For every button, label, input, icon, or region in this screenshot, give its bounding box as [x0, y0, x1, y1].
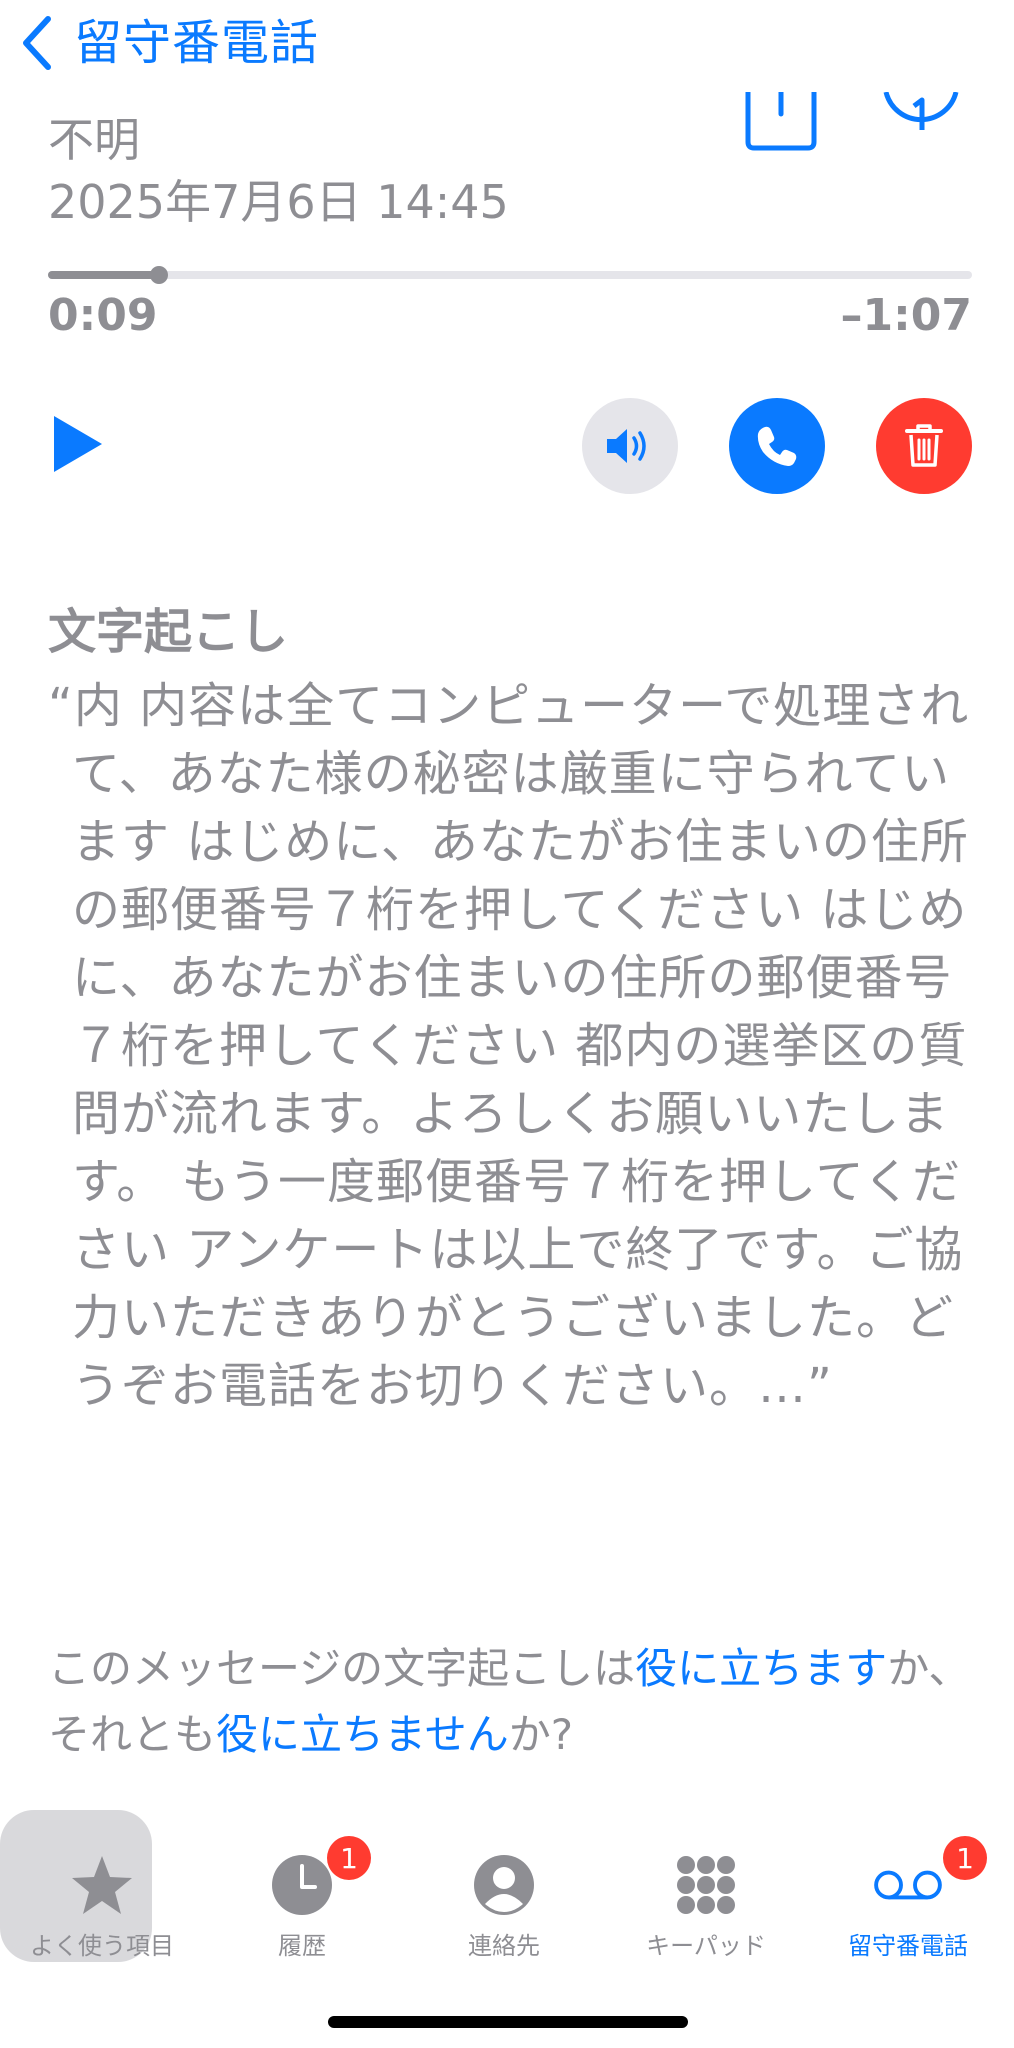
person-icon — [469, 1850, 539, 1920]
playback-knob[interactable] — [149, 266, 168, 284]
back-label: 留守番電話 — [74, 15, 320, 71]
tab-label: 留守番電話 — [848, 1932, 968, 1960]
play-icon[interactable] — [50, 412, 106, 476]
transcript-feedback: このメッセージの文字起こしは役に立ちますか、それとも役に立ちませんか? — [48, 1636, 978, 1768]
playback-progress-fill — [48, 271, 159, 279]
tab-label: 連絡先 — [468, 1932, 540, 1960]
recents-badge: 1 — [327, 1836, 371, 1880]
speaker-icon — [607, 429, 646, 463]
trash-icon — [905, 424, 943, 467]
useful-link[interactable]: 役に立ちます — [635, 1644, 887, 1693]
keypad-icon — [671, 1850, 741, 1920]
speaker-button[interactable] — [582, 398, 678, 494]
phone-icon — [757, 426, 797, 466]
tab-contacts[interactable]: 連絡先 — [404, 1810, 604, 1970]
not-useful-link[interactable]: 役に立ちません — [216, 1710, 509, 1759]
tab-label: キーパッド — [646, 1932, 766, 1960]
tab-keypad[interactable]: キーパッド — [606, 1810, 806, 1970]
tab-bar: よく使う項目 1 履歴 連絡先 キーパッド 1 留守番電話 — [0, 1810, 1014, 1970]
playback-scrubber[interactable] — [48, 266, 972, 284]
tab-recents[interactable]: 1 履歴 — [202, 1810, 402, 1970]
home-indicator[interactable] — [328, 2016, 688, 2028]
voicemail-icon: 1 — [873, 1836, 987, 1920]
voicemail-badge: 1 — [943, 1836, 987, 1880]
tab-favorites[interactable]: よく使う項目 — [2, 1810, 202, 1970]
chevron-left-icon — [23, 16, 51, 70]
clock-icon: 1 — [267, 1836, 371, 1920]
tab-voicemail[interactable]: 1 留守番電話 — [808, 1810, 1008, 1970]
delete-button[interactable] — [876, 398, 972, 494]
caller-name: 不明 — [48, 113, 140, 167]
star-icon — [67, 1850, 137, 1920]
tab-label: 履歴 — [278, 1932, 326, 1960]
feedback-prefix: このメッセージの文字起こしは — [48, 1644, 636, 1693]
back-button[interactable]: 留守番電話 — [18, 8, 319, 78]
info-icon[interactable] — [882, 92, 960, 152]
message-datetime: 2025年7月6日 14:45 — [48, 175, 509, 229]
call-back-button[interactable] — [729, 398, 825, 494]
elapsed-time: 0:09 — [48, 290, 158, 341]
share-icon[interactable] — [742, 92, 820, 152]
transcript-text: “内 内容は全てコンピューターで処理されて、あなた様の秘密は厳重に守られています… — [48, 678, 970, 1414]
feedback-suffix: か? — [508, 1710, 574, 1759]
remaining-time: –1:07 — [840, 290, 972, 341]
tab-label: よく使う項目 — [30, 1932, 174, 1960]
transcript-title: 文字起こし — [48, 604, 289, 660]
